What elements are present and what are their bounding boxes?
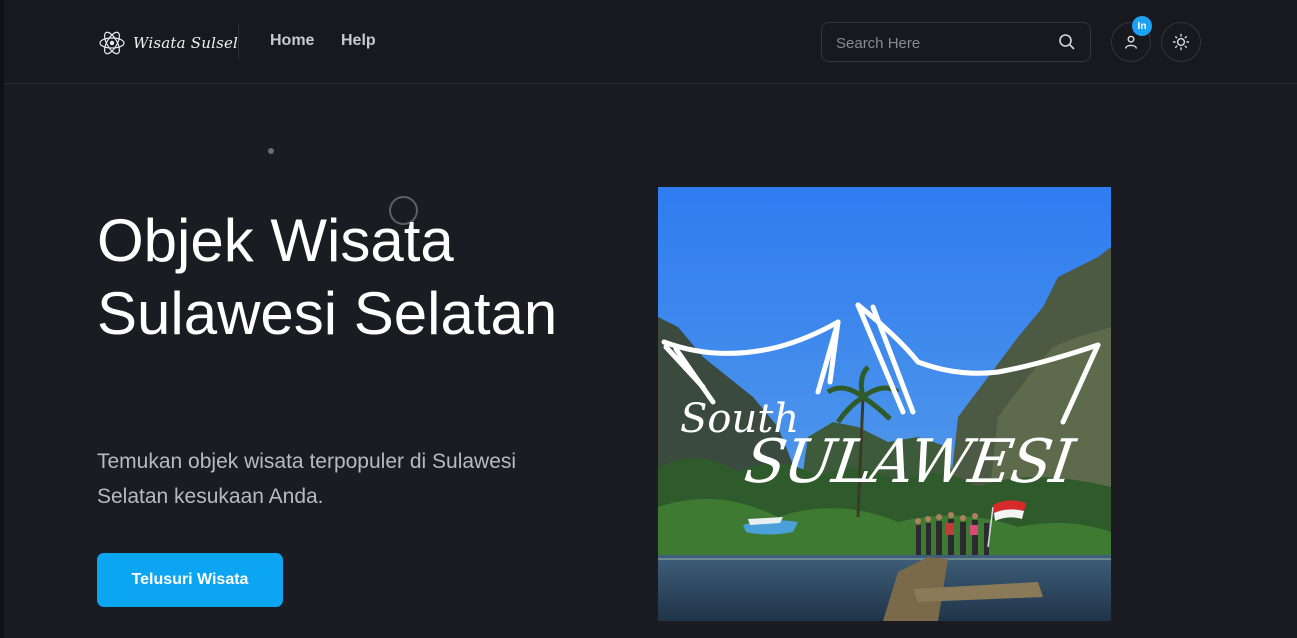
search-icon[interactable] [1058, 33, 1076, 51]
page-edge [0, 0, 4, 638]
brand-logo-link[interactable]: Wisata Sulsel [97, 28, 238, 58]
explore-button[interactable]: Telusuri Wisata [97, 553, 283, 607]
user-icon [1125, 35, 1137, 49]
theme-toggle-button[interactable] [1161, 22, 1201, 62]
decorative-dot [268, 148, 274, 154]
search-box[interactable] [821, 22, 1091, 62]
hero-title: Objek Wisata Sulawesi Selatan [97, 207, 558, 347]
hero-image: South SULAWESI [658, 187, 1111, 621]
sun-icon [1172, 33, 1190, 51]
nav-link-home[interactable]: Home [270, 32, 314, 50]
search-input[interactable] [836, 33, 1046, 53]
nav-link-help[interactable]: Help [341, 32, 376, 50]
svg-text:SULAWESI: SULAWESI [740, 427, 1080, 497]
nav-divider [238, 24, 239, 60]
atom-logo-icon [99, 31, 125, 55]
login-badge[interactable]: In [1132, 16, 1152, 36]
hero-subtitle: Temukan objek wisata terpopuler di Sulaw… [97, 450, 517, 508]
brand-name: Wisata Sulsel [133, 34, 239, 52]
